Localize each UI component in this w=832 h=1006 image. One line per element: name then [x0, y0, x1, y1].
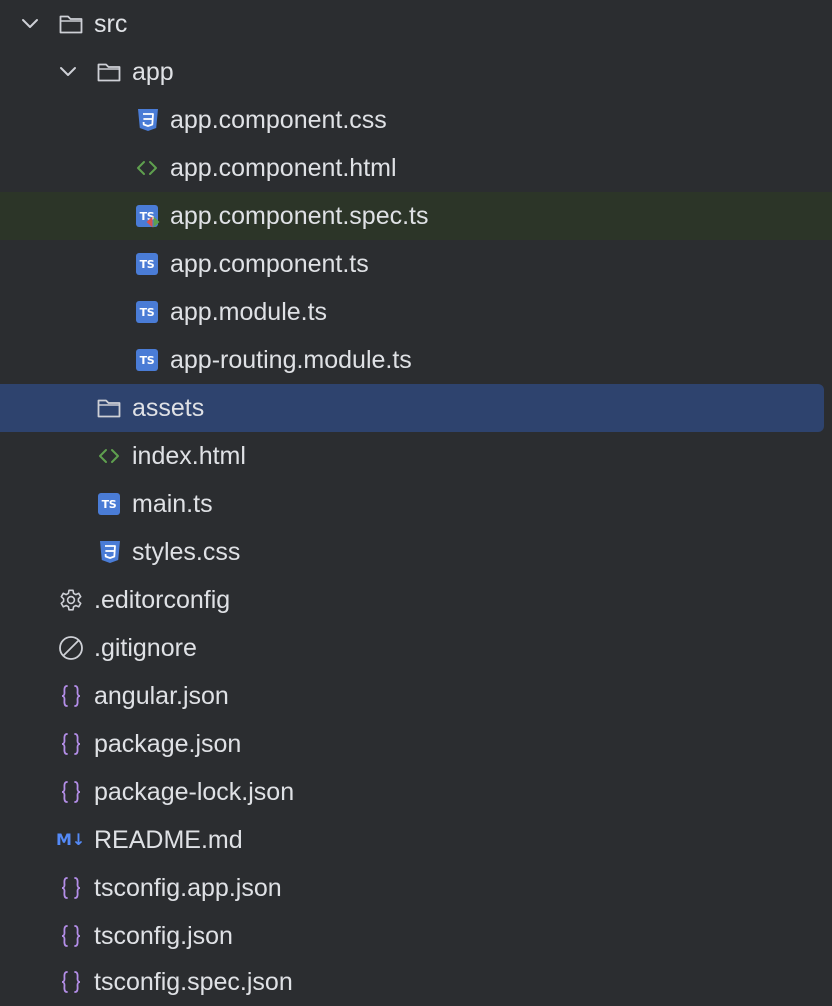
typescript-file-icon: TS — [96, 491, 122, 517]
json-file-icon — [61, 925, 81, 947]
tree-item-label: styles.css — [132, 538, 241, 566]
json-file-icon — [61, 781, 81, 803]
tree-item-tsconfig-app-json[interactable]: tsconfig.app.json — [0, 864, 832, 912]
tree-item-angular-json[interactable]: angular.json — [0, 672, 832, 720]
tree-item-label: app-routing.module.ts — [170, 346, 412, 374]
tree-item-label: assets — [132, 394, 205, 422]
tree-item-app-routing-module-ts[interactable]: TS app-routing.module.ts — [0, 336, 832, 384]
json-file-icon — [61, 971, 81, 993]
tree-item-label: app — [132, 58, 174, 86]
html-file-icon — [99, 449, 119, 463]
tree-item-index-html[interactable]: index.html — [0, 432, 832, 480]
tree-item-label: tsconfig.spec.json — [94, 968, 293, 996]
folder-icon — [97, 399, 121, 418]
tree-item-app-component-ts[interactable]: TS app.component.ts — [0, 240, 832, 288]
tree-item-label: README.md — [94, 826, 243, 854]
project-tree: src app app.component.css app.component.… — [0, 0, 832, 1006]
tree-item-app-module-ts[interactable]: TS app.module.ts — [0, 288, 832, 336]
tree-item-label: main.ts — [132, 490, 213, 518]
tree-item-main-ts[interactable]: TS main.ts — [0, 480, 832, 528]
json-file-icon — [61, 877, 81, 899]
tree-item-label: app.component.html — [170, 154, 397, 182]
test-runner-icon — [146, 216, 160, 228]
tree-item-app-component-spec-ts[interactable]: TS app.component.spec.ts — [0, 192, 832, 240]
typescript-file-icon: TS — [134, 299, 160, 325]
json-file-icon — [61, 733, 81, 755]
chevron-down-icon[interactable] — [18, 12, 42, 36]
tree-item-src-folder[interactable]: src — [0, 0, 832, 48]
html-file-icon — [137, 161, 157, 175]
markdown-file-icon: M↓ — [56, 830, 86, 849]
tree-item-label: package-lock.json — [94, 778, 295, 806]
tree-item-label: app.component.spec.ts — [170, 202, 429, 230]
tree-item-editorconfig[interactable]: .editorconfig — [0, 576, 832, 624]
tree-item-label: app.component.ts — [170, 250, 369, 278]
folder-icon — [59, 15, 83, 34]
tree-item-label: .editorconfig — [94, 586, 231, 614]
tree-item-assets-folder[interactable]: assets — [0, 384, 824, 432]
tree-item-tsconfig-json[interactable]: tsconfig.json — [0, 912, 832, 960]
tree-item-tsconfig-spec-json[interactable]: tsconfig.spec.json — [0, 958, 832, 1006]
tree-item-package-json[interactable]: package.json — [0, 720, 832, 768]
css-file-icon — [138, 109, 158, 131]
tree-item-label: .gitignore — [94, 634, 197, 662]
tree-item-label: tsconfig.app.json — [94, 874, 282, 902]
css-file-icon — [100, 541, 120, 563]
tree-item-readme-md[interactable]: M↓ README.md — [0, 816, 832, 864]
tree-item-app-component-html[interactable]: app.component.html — [0, 144, 832, 192]
tree-item-package-lock-json[interactable]: package-lock.json — [0, 768, 832, 816]
typescript-file-icon: TS — [134, 251, 160, 277]
tree-item-label: index.html — [132, 442, 246, 470]
tree-item-app-folder[interactable]: app — [0, 48, 832, 96]
json-file-icon — [61, 685, 81, 707]
folder-icon — [97, 63, 121, 82]
chevron-down-icon[interactable] — [56, 60, 80, 84]
tree-item-label: app.component.css — [170, 106, 387, 134]
tree-item-label: src — [94, 10, 128, 38]
tree-item-styles-css[interactable]: styles.css — [0, 528, 832, 576]
gear-icon — [60, 589, 82, 611]
tree-item-label: package.json — [94, 730, 242, 758]
tree-item-label: angular.json — [94, 682, 229, 710]
ignore-file-icon — [59, 636, 83, 660]
tree-item-label: app.module.ts — [170, 298, 328, 326]
typescript-test-file-icon: TS — [134, 203, 160, 229]
tree-item-label: tsconfig.json — [94, 922, 233, 950]
tree-item-app-component-css[interactable]: app.component.css — [0, 96, 832, 144]
typescript-file-icon: TS — [134, 347, 160, 373]
tree-item-gitignore[interactable]: .gitignore — [0, 624, 832, 672]
